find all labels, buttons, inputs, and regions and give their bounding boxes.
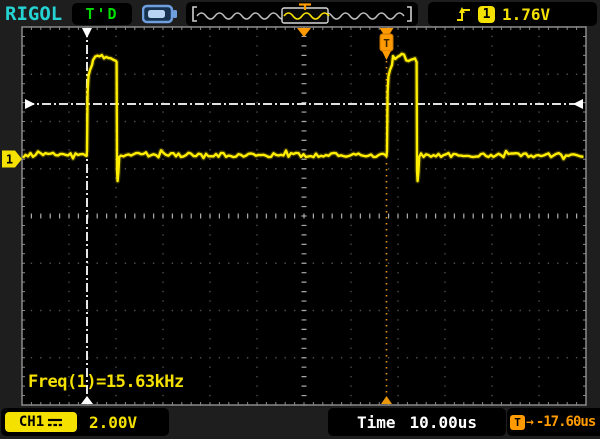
rising-edge-icon (456, 5, 471, 23)
channel1-settings-box[interactable]: CH1 2.00V (1, 408, 169, 436)
dc-coupling-icon (47, 417, 63, 428)
timebase-box[interactable]: Time 10.00us (328, 408, 506, 436)
channel1-badge-label: CH1 (19, 414, 44, 430)
trigger-status-text: T'D (85, 5, 118, 23)
timebase-value: 10.00us (410, 413, 477, 432)
channel1-scale: 2.00V (89, 413, 137, 432)
trigger-status-badge: T'D (72, 3, 132, 25)
channel1-reference-marker[interactable]: 1 (2, 151, 22, 168)
arrow-right-icon: → (526, 415, 534, 430)
svg-text:1: 1 (6, 153, 13, 167)
svg-text:T: T (383, 37, 390, 50)
rigol-logo: RIGOL (5, 3, 62, 25)
oscilloscope-screen: RIGOL T'D 1 1.76V T 1 Freq(1)=15.63kHz CH… (0, 0, 600, 439)
battery-icon (142, 4, 178, 28)
memory-bar-graphic (186, 2, 418, 26)
memory-window[interactable] (282, 8, 329, 23)
freq-readout: Freq(1)=15.63kHz (28, 372, 184, 392)
trigger-offset-icon: T (510, 415, 525, 430)
memory-waveform-bar[interactable] (186, 2, 418, 26)
trigger-offset-value: -17.60us (536, 414, 595, 430)
trigger-info-box[interactable]: 1 1.76V (428, 2, 597, 26)
channel1-badge: CH1 (5, 412, 77, 432)
trigger-level-value: 1.76V (502, 5, 550, 24)
trigger-offset-box[interactable]: T → -17.60us (507, 408, 600, 436)
trigger-source-badge: 1 (478, 6, 495, 23)
timebase-label: Time (357, 413, 396, 432)
